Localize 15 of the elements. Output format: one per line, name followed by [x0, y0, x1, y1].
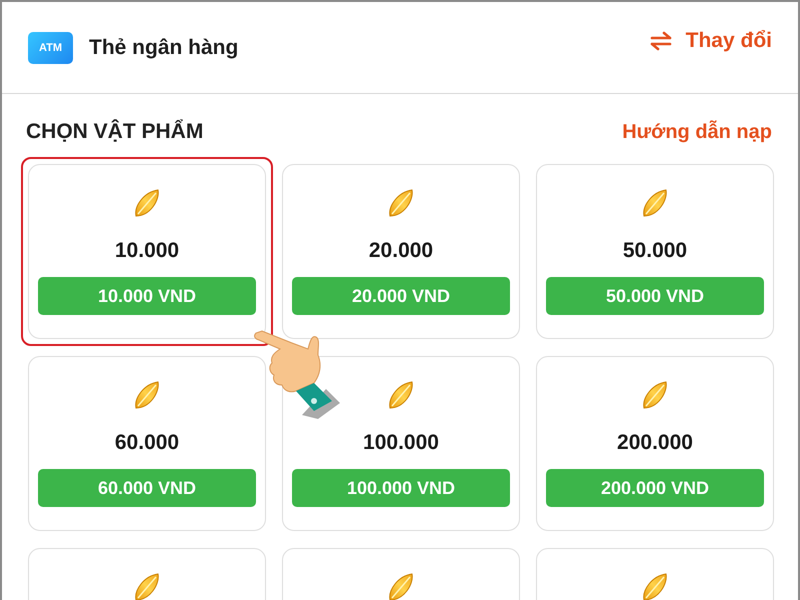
swap-arrows-icon — [650, 31, 671, 50]
item-amount: 100.000 — [363, 431, 439, 455]
gem-icon — [132, 571, 162, 600]
section-title: CHỌN VẬT PHẨM — [26, 120, 204, 144]
item-amount: 10.000 — [114, 239, 180, 263]
item-amount: 60.000 — [114, 431, 180, 455]
item-amount: 20.000 — [368, 239, 434, 263]
change-link[interactable]: Thay đổi — [650, 28, 772, 52]
gem-icon — [640, 571, 670, 600]
payment-method-label: Thẻ ngân hàng — [89, 36, 238, 60]
atm-card-icon: ATM — [28, 32, 73, 64]
gem-icon — [386, 571, 416, 600]
item-amount: 200.000 — [617, 431, 693, 455]
item-amount: 50.000 — [622, 239, 688, 263]
guide-link[interactable]: Hướng dẫn nạp — [622, 120, 772, 144]
